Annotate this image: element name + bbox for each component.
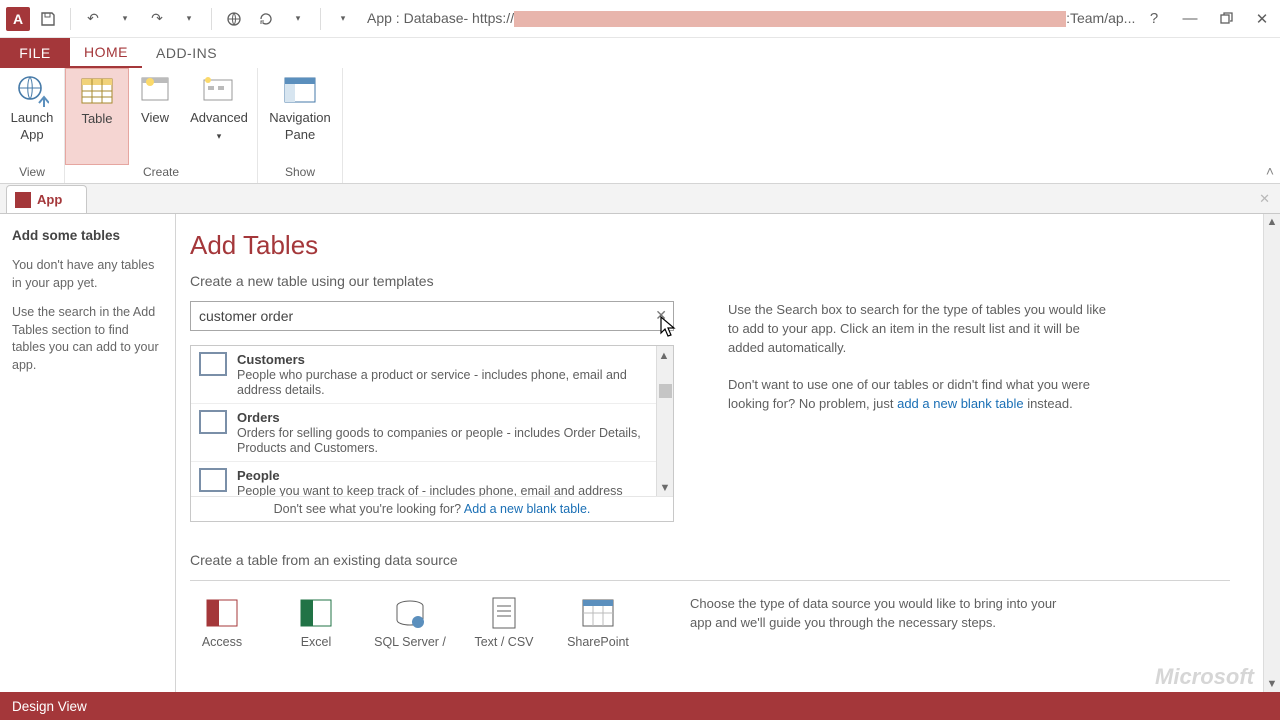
refresh-icon[interactable] (252, 5, 280, 33)
scroll-up-icon[interactable]: ▲ (659, 348, 670, 364)
add-blank-table-link-2[interactable]: add a new blank table (897, 396, 1023, 411)
sidebar: Add some tables You don't have any table… (0, 214, 176, 692)
scroll-down-icon[interactable]: ▼ (1267, 676, 1278, 692)
sidebar-text-1: You don't have any tables in your app ye… (12, 257, 163, 292)
page-title: Add Tables (190, 230, 1280, 261)
app-tab-icon (15, 192, 31, 208)
help-icon[interactable]: ? (1136, 5, 1172, 33)
globe-up-icon (14, 72, 50, 108)
document-tabbar: App ✕ (0, 184, 1280, 214)
qat-customize-icon[interactable]: ▾ (329, 5, 357, 33)
table-button[interactable]: Table (65, 68, 129, 165)
table-icon (79, 73, 115, 109)
tab-addins[interactable]: ADD-INS (142, 38, 231, 68)
table-icon (199, 410, 227, 434)
close-document-icon[interactable]: ✕ (1259, 191, 1270, 207)
ribbon-tabs: FILE HOME ADD-INS (0, 38, 1280, 68)
tab-home[interactable]: HOME (70, 38, 142, 68)
section2-title: Create a table from an existing data sou… (190, 552, 1280, 568)
datasource-excel[interactable]: Excel (284, 595, 348, 649)
add-blank-table-link[interactable]: Add a new blank table. (464, 502, 590, 516)
microsoft-logo: Microsoft (1155, 664, 1254, 690)
content: Add Tables Create a new table using our … (176, 214, 1280, 692)
redo-icon[interactable]: ↷ (143, 5, 171, 33)
sidebar-text-2: Use the search in the Add Tables section… (12, 304, 163, 374)
navigation-pane-icon (282, 72, 318, 108)
content-scrollbar[interactable]: ▲ ▼ (1263, 214, 1280, 692)
table-icon (199, 352, 227, 376)
undo-dropdown-icon[interactable]: ▾ (111, 5, 139, 33)
results-scrollbar[interactable]: ▲ ▼ (656, 346, 673, 496)
close-icon[interactable]: ✕ (1244, 5, 1280, 33)
main-area: Add some tables You don't have any table… (0, 214, 1280, 692)
sqlserver-icon (392, 595, 428, 631)
collapse-ribbon-icon[interactable]: ˄ (1266, 163, 1274, 179)
undo-icon[interactable]: ↶ (79, 5, 107, 33)
advanced-button[interactable]: Advanced▾ (181, 68, 257, 165)
search-results: CustomersPeople who purchase a product o… (190, 345, 674, 522)
restore-icon[interactable] (1208, 5, 1244, 33)
ribbon-group-show-label: Show (258, 165, 342, 183)
advanced-icon (201, 72, 237, 108)
window-title: App : Database- https://:Team/ap... (357, 10, 1136, 27)
view-icon (137, 72, 173, 108)
result-item[interactable]: OrdersOrders for selling goods to compan… (191, 404, 673, 462)
excel-icon (298, 595, 334, 631)
datasource-access[interactable]: Access (190, 595, 254, 649)
ribbon: Launch App View Table View (0, 68, 1280, 184)
datasource-help: Choose the type of data source you would… (690, 595, 1070, 633)
mouse-cursor-icon (656, 315, 676, 339)
minimize-icon[interactable]: — (1172, 5, 1208, 33)
view-button[interactable]: View (129, 68, 181, 165)
results-footer: Don't see what you're looking for? Add a… (191, 496, 673, 521)
tab-file[interactable]: FILE (0, 38, 70, 68)
ribbon-group-view-label: View (0, 165, 64, 183)
navigation-pane-button[interactable]: Navigation Pane (258, 68, 342, 165)
ribbon-group-create-label: Create (65, 165, 257, 183)
save-icon[interactable] (34, 5, 62, 33)
sidebar-heading: Add some tables (12, 228, 163, 243)
result-item[interactable]: CustomersPeople who purchase a product o… (191, 346, 673, 404)
result-item[interactable]: PeoplePeople you want to keep track of -… (191, 462, 673, 496)
globe-icon[interactable] (220, 5, 248, 33)
help-text: Use the Search box to search for the typ… (728, 301, 1108, 414)
document-tab-app[interactable]: App (6, 185, 87, 213)
subtitle: Create a new table using our templates (190, 273, 1280, 289)
datasource-sharepoint[interactable]: SharePoint (566, 595, 630, 649)
scroll-down-icon[interactable]: ▼ (660, 480, 671, 496)
access-icon (204, 595, 240, 631)
access-app-icon: A (6, 7, 30, 31)
search-input[interactable] (190, 301, 674, 331)
statusbar: Design View (0, 692, 1280, 720)
text-icon (486, 595, 522, 631)
scroll-up-icon[interactable]: ▲ (1267, 214, 1278, 230)
datasource-textcsv[interactable]: Text / CSV (472, 595, 536, 649)
redo-dropdown-icon[interactable]: ▾ (175, 5, 203, 33)
sharepoint-icon (580, 595, 616, 631)
status-text: Design View (12, 699, 87, 714)
titlebar: A ↶ ▾ ↷ ▾ ▾ ▾ App : Database- https://:T… (0, 0, 1280, 38)
launch-app-button[interactable]: Launch App (0, 68, 64, 165)
qat-more-dropdown-icon[interactable]: ▾ (284, 5, 312, 33)
datasource-sqlserver[interactable]: SQL Server / (378, 595, 442, 649)
table-icon (199, 468, 227, 492)
